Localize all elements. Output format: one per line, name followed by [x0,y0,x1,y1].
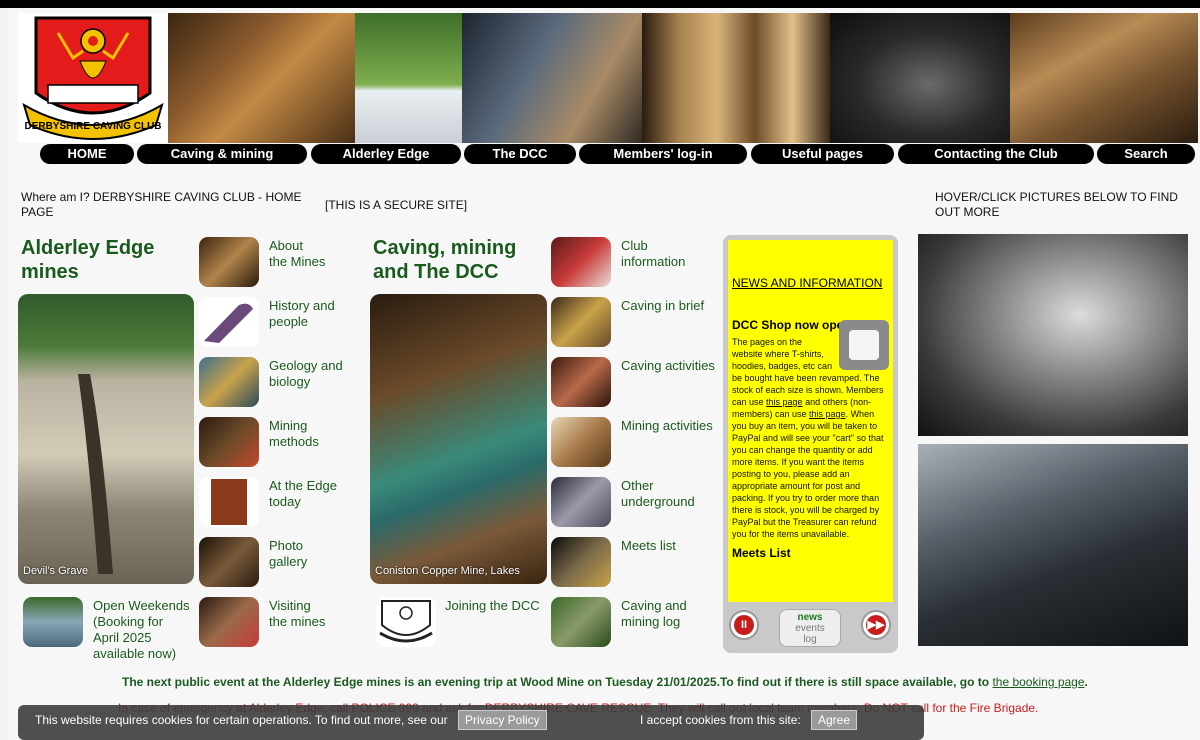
thumb-club-info[interactable] [551,237,611,287]
thumb-about-mines[interactable] [199,237,259,287]
news-heading[interactable]: NEWS AND INFORMATION [732,276,889,290]
tshirt-image [839,320,889,370]
coniston-caption: Coniston Copper Mine, Lakes [375,565,520,577]
link-other-underground[interactable]: Other underground [621,478,695,510]
tab-events[interactable]: events [780,623,840,634]
privacy-policy-button[interactable]: Privacy Policy [458,710,547,730]
devils-grave-photo[interactable]: Devil's Grave [18,294,194,584]
link-visiting[interactable]: Visiting the mines [269,598,325,630]
thumb-at-the-edge[interactable] [199,477,259,527]
caving-title-line2: and The DCC [373,261,499,283]
link-mining-methods[interactable]: Mining methods [269,418,319,450]
members-shop-link[interactable]: this page [766,397,803,407]
header-photo-caver[interactable] [168,13,355,143]
header-photo-group[interactable] [355,13,462,143]
news-panel: NEWS AND INFORMATION DCC Shop now open T… [723,235,898,653]
breadcrumb: Where am I? DERBYSHIRE CAVING CLUB - HOM… [21,190,302,219]
nav-alderley-edge[interactable]: Alderley Edge [311,144,461,164]
thumb-other-underground[interactable] [551,477,611,527]
header-banner: DERBYSHIRE CAVING CLUB [18,13,1198,143]
nav-the-dcc[interactable]: The DCC [464,144,576,164]
thumb-caving-log[interactable] [551,597,611,647]
thumb-open-weekends[interactable] [23,597,83,647]
logo-text: DERBYSHIRE CAVING CLUB [24,121,161,132]
link-caving-brief[interactable]: Caving in brief [621,298,704,314]
alderley-title: Alderley Edge mines [21,236,154,284]
nav-useful-pages[interactable]: Useful pages [751,144,894,164]
cookie-text: This website requires cookies for certai… [35,713,448,727]
agree-button[interactable]: Agree [811,710,858,730]
club-logo[interactable]: DERBYSHIRE CAVING CLUB [18,13,168,143]
alderley-title-line2: mines [21,261,79,283]
header-photo-shaft[interactable] [462,13,642,143]
main-nav: HOME Caving & mining Alderley Edge The D… [40,144,1196,164]
pause-icon[interactable]: II [729,610,759,640]
next-icon[interactable]: ▶▶ [861,610,891,640]
top-black-bar [0,0,1200,8]
thumb-photo-gallery[interactable] [199,537,259,587]
nav-home[interactable]: HOME [40,144,134,164]
right-photo-mine[interactable] [918,444,1188,646]
link-history[interactable]: History and people [269,298,335,330]
nav-contacting[interactable]: Contacting the Club [898,144,1094,164]
caving-title-line1: Caving, mining [373,237,517,259]
booking-page-link[interactable]: the booking page [992,675,1084,689]
link-meets-list[interactable]: Meets list [621,538,676,554]
link-at-the-edge[interactable]: At the Edge today [269,478,337,510]
public-event-notice: The next public event at the Alderley Ed… [122,675,1088,689]
thumb-caving-activities[interactable] [551,357,611,407]
link-caving-activities[interactable]: Caving activities [621,358,715,374]
news-tabs[interactable]: news events log [779,609,841,647]
header-photo-stalactites[interactable] [642,13,830,143]
coniston-photo[interactable]: Coniston Copper Mine, Lakes [370,294,547,584]
news-scroll[interactable]: NEWS AND INFORMATION DCC Shop now open T… [728,240,893,602]
cookie-banner: This website requires cookies for certai… [18,705,924,740]
link-about-mines[interactable]: About the Mines [269,238,325,270]
tab-news[interactable]: news [780,612,840,623]
link-joining[interactable]: Joining the DCC [445,598,540,614]
nav-caving-mining[interactable]: Caving & mining [137,144,307,164]
right-photo-tunnel[interactable] [918,234,1188,436]
cookie-accept-text: I accept cookies from this site: [640,713,801,727]
secure-note: [THIS IS A SECURE SITE] [325,198,468,212]
nav-search[interactable]: Search [1097,144,1195,164]
caving-title: Caving, mining and The DCC [373,236,516,284]
thumb-joining[interactable] [376,597,436,647]
thumb-visiting[interactable] [199,597,259,647]
header-photo-tunnel[interactable] [830,13,1010,143]
link-geology[interactable]: Geology and biology [269,358,343,390]
shop-body: The pages on the website where T-shirts,… [732,320,889,540]
thumb-geology[interactable] [199,357,259,407]
devils-grave-caption: Devil's Grave [23,565,89,577]
thumb-history[interactable] [199,297,259,347]
thumb-mining-activities[interactable] [551,417,611,467]
link-mining-activities[interactable]: Mining activities [621,418,713,434]
nav-members-login[interactable]: Members' log-in [579,144,747,164]
link-caving-log[interactable]: Caving and mining log [621,598,687,630]
thumb-meets-list[interactable] [551,537,611,587]
link-photo-gallery[interactable]: Photo gallery [269,538,307,570]
meets-list-title: Meets List [732,546,791,560]
tab-log[interactable]: log [780,634,840,645]
thumb-caving-brief[interactable] [551,297,611,347]
thumb-mining-methods[interactable] [199,417,259,467]
nonmembers-shop-link[interactable]: this page [809,409,846,419]
link-open-weekends[interactable]: Open Weekends (Booking for April 2025 av… [93,598,190,662]
alderley-title-line1: Alderley Edge [21,237,155,259]
link-club-info[interactable]: Club information [621,238,685,270]
hover-note: HOVER/CLICK PICTURES BELOW TO FIND OUT M… [935,190,1178,219]
header-photo-climber[interactable] [1010,13,1198,143]
